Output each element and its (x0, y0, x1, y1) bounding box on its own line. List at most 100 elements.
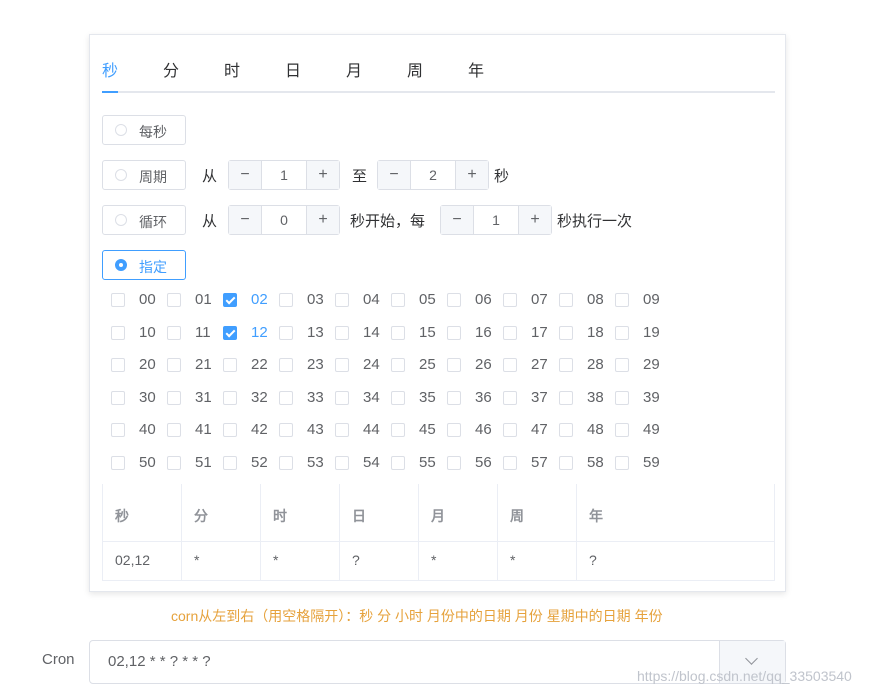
second-checkbox-35[interactable]: 35 (391, 387, 447, 409)
second-checkbox-12[interactable]: 12 (223, 322, 279, 344)
second-checkbox-56[interactable]: 56 (447, 452, 503, 474)
second-checkbox-33[interactable]: 33 (279, 387, 335, 409)
second-checkbox-08[interactable]: 08 (559, 289, 615, 311)
checkbox-label: 13 (307, 323, 324, 341)
second-checkbox-45[interactable]: 45 (391, 419, 447, 441)
second-checkbox-41[interactable]: 41 (167, 419, 223, 441)
second-checkbox-18[interactable]: 18 (559, 322, 615, 344)
second-checkbox-32[interactable]: 32 (223, 387, 279, 409)
tab-minute[interactable]: 分 (163, 57, 179, 81)
second-checkbox-43[interactable]: 43 (279, 419, 335, 441)
table-column: 年? (577, 484, 775, 580)
increment-button[interactable]: + (518, 206, 551, 234)
second-checkbox-39[interactable]: 39 (615, 387, 671, 409)
second-checkbox-24[interactable]: 24 (335, 354, 391, 376)
second-checkbox-38[interactable]: 38 (559, 387, 615, 409)
second-checkbox-46[interactable]: 46 (447, 419, 503, 441)
tab-month[interactable]: 月 (346, 57, 362, 81)
increment-button[interactable]: + (306, 206, 339, 234)
second-checkbox-00[interactable]: 00 (111, 289, 167, 311)
second-checkbox-07[interactable]: 07 (503, 289, 559, 311)
checkbox-box (167, 358, 181, 373)
second-checkbox-25[interactable]: 25 (391, 354, 447, 376)
second-checkbox-52[interactable]: 52 (223, 452, 279, 474)
period-from-input[interactable]: 1 (262, 161, 306, 189)
second-checkbox-59[interactable]: 59 (615, 452, 671, 474)
second-checkbox-13[interactable]: 13 (279, 322, 335, 344)
checkbox-label: 59 (643, 454, 660, 471)
second-checkbox-02[interactable]: 02 (223, 289, 279, 311)
decrement-button[interactable]: − (229, 206, 262, 234)
radio-every-second[interactable]: 每秒 (102, 115, 186, 145)
checkbox-box (279, 390, 293, 405)
decrement-button[interactable]: − (378, 161, 411, 189)
checkbox-box (223, 423, 237, 438)
checkbox-label: 23 (307, 356, 324, 374)
second-checkbox-58[interactable]: 58 (559, 452, 615, 474)
second-checkbox-51[interactable]: 51 (167, 452, 223, 474)
second-checkbox-05[interactable]: 05 (391, 289, 447, 311)
radio-specify[interactable]: 指定 (102, 250, 186, 280)
second-checkbox-36[interactable]: 36 (447, 387, 503, 409)
second-checkbox-28[interactable]: 28 (559, 354, 615, 376)
second-checkbox-53[interactable]: 53 (279, 452, 335, 474)
second-checkbox-26[interactable]: 26 (447, 354, 503, 376)
tab-day[interactable]: 日 (285, 57, 301, 81)
second-checkbox-54[interactable]: 54 (335, 452, 391, 474)
second-checkbox-10[interactable]: 10 (111, 322, 167, 344)
second-checkbox-40[interactable]: 40 (111, 419, 167, 441)
tab-year[interactable]: 年 (468, 57, 484, 81)
increment-button[interactable]: + (306, 161, 339, 189)
second-checkbox-31[interactable]: 31 (167, 387, 223, 409)
checkbox-label: 12 (251, 323, 268, 341)
second-checkbox-17[interactable]: 17 (503, 322, 559, 344)
second-checkbox-03[interactable]: 03 (279, 289, 335, 311)
second-checkbox-57[interactable]: 57 (503, 452, 559, 474)
second-checkbox-29[interactable]: 29 (615, 354, 671, 376)
increment-button[interactable]: + (455, 161, 488, 189)
radio-loop[interactable]: 循环 (102, 205, 186, 235)
decrement-button[interactable]: − (229, 161, 262, 189)
tab-week[interactable]: 周 (407, 57, 423, 81)
loop-step-input[interactable]: 1 (474, 206, 518, 234)
second-checkbox-23[interactable]: 23 (279, 354, 335, 376)
second-checkbox-50[interactable]: 50 (111, 452, 167, 474)
second-checkbox-42[interactable]: 42 (223, 419, 279, 441)
second-checkbox-49[interactable]: 49 (615, 419, 671, 441)
second-checkbox-27[interactable]: 27 (503, 354, 559, 376)
second-checkbox-01[interactable]: 01 (167, 289, 223, 311)
second-checkbox-47[interactable]: 47 (503, 419, 559, 441)
radio-period[interactable]: 周期 (102, 160, 186, 190)
second-checkbox-15[interactable]: 15 (391, 322, 447, 344)
checkbox-box (615, 358, 629, 373)
second-checkbox-06[interactable]: 06 (447, 289, 503, 311)
checkbox-label: 40 (139, 421, 156, 439)
loop-start-input[interactable]: 0 (262, 206, 306, 234)
radio-circle (115, 214, 127, 226)
second-checkbox-37[interactable]: 37 (503, 387, 559, 409)
second-checkbox-16[interactable]: 16 (447, 322, 503, 344)
second-checkbox-04[interactable]: 04 (335, 289, 391, 311)
second-checkbox-30[interactable]: 30 (111, 387, 167, 409)
second-checkbox-22[interactable]: 22 (223, 354, 279, 376)
second-checkbox-19[interactable]: 19 (615, 322, 671, 344)
second-checkbox-55[interactable]: 55 (391, 452, 447, 474)
second-checkbox-21[interactable]: 21 (167, 354, 223, 376)
second-checkbox-44[interactable]: 44 (335, 419, 391, 441)
tab-hour[interactable]: 时 (224, 57, 240, 81)
table-column: 秒 02,12 (103, 484, 182, 580)
period-to-input[interactable]: 2 (411, 161, 455, 189)
second-checkbox-48[interactable]: 48 (559, 419, 615, 441)
tab-second[interactable]: 秒 (102, 57, 118, 81)
checkbox-box (391, 293, 405, 307)
second-checkbox-20[interactable]: 20 (111, 354, 167, 376)
decrement-button[interactable]: − (441, 206, 474, 234)
second-checkbox-09[interactable]: 09 (615, 289, 671, 311)
second-checkbox-34[interactable]: 34 (335, 387, 391, 409)
second-checkbox-11[interactable]: 11 (167, 322, 223, 344)
checkbox-box (559, 390, 573, 405)
checkbox-label: 07 (531, 291, 548, 308)
checkbox-label: 19 (643, 323, 660, 341)
second-checkbox-14[interactable]: 14 (335, 322, 391, 344)
checkbox-label: 14 (363, 323, 380, 341)
